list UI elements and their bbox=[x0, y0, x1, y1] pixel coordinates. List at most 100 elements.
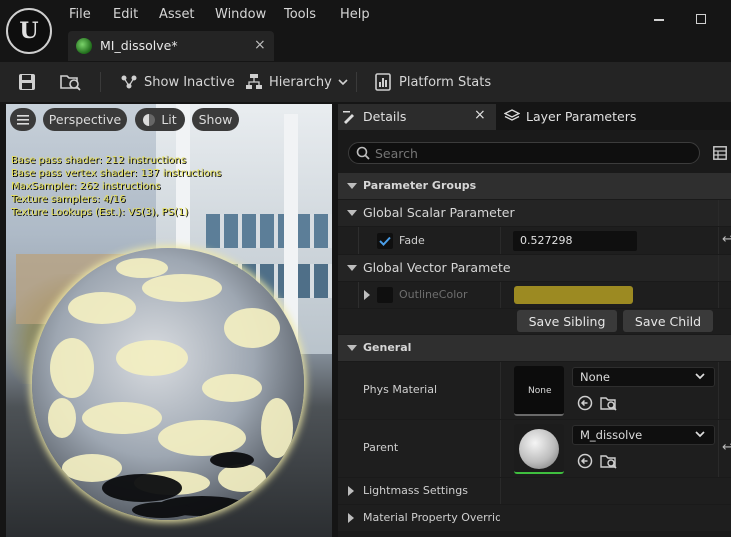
use-selected-icon[interactable] bbox=[577, 453, 593, 469]
lit-icon bbox=[143, 113, 156, 126]
column-splitter[interactable] bbox=[500, 362, 501, 419]
column-splitter[interactable] bbox=[500, 420, 501, 477]
column-splitter[interactable] bbox=[718, 362, 719, 419]
save-sibling-button[interactable]: Save Sibling bbox=[517, 310, 617, 332]
material-overrides-row[interactable]: Material Property Overrides bbox=[338, 505, 731, 531]
global-vector-group[interactable]: Global Vector Paramete bbox=[338, 255, 731, 281]
browse-button[interactable] bbox=[60, 62, 82, 102]
phys-material-dropdown[interactable]: None bbox=[572, 367, 715, 387]
material-instance-icon bbox=[76, 38, 92, 54]
document-tab[interactable]: MI_dissolve* × bbox=[68, 31, 274, 61]
search-icon bbox=[356, 146, 370, 160]
outline-color-label: OutlineColor bbox=[399, 288, 468, 301]
collapse-arrow-icon bbox=[347, 345, 357, 351]
parent-preview-sphere bbox=[519, 429, 559, 469]
outline-color-swatch[interactable] bbox=[514, 286, 633, 304]
chevron-down-icon bbox=[695, 431, 705, 438]
expand-arrow-icon bbox=[348, 486, 354, 496]
hierarchy-label: Hierarchy bbox=[269, 74, 332, 90]
preview-sphere bbox=[32, 248, 304, 520]
column-splitter[interactable] bbox=[718, 255, 719, 281]
menu-window[interactable]: Window bbox=[215, 7, 266, 22]
layers-icon bbox=[504, 109, 520, 121]
browse-asset-icon[interactable] bbox=[600, 395, 618, 411]
document-tab-label: MI_dissolve* bbox=[100, 38, 178, 53]
parameter-groups-category[interactable]: Parameter Groups bbox=[338, 173, 731, 199]
menu-icon bbox=[17, 114, 29, 125]
minimize-icon[interactable] bbox=[654, 19, 664, 21]
column-splitter[interactable] bbox=[718, 227, 719, 254]
shader-stat-line: Texture Lookups (Est.): VS(3), PS(1) bbox=[11, 207, 189, 218]
fade-value-field[interactable]: 0.527298 bbox=[513, 231, 637, 251]
hierarchy-icon bbox=[246, 74, 262, 89]
phys-material-label: Phys Material bbox=[363, 383, 438, 396]
column-splitter[interactable] bbox=[500, 282, 501, 308]
platform-stats-button[interactable]: Platform Stats bbox=[375, 62, 491, 102]
tab-layer-parameters[interactable]: Layer Parameters bbox=[496, 104, 731, 130]
viewport-menu-button[interactable] bbox=[10, 108, 36, 131]
shader-stat-line: Base pass shader: 212 instructions bbox=[11, 155, 187, 166]
expand-arrow-icon[interactable] bbox=[364, 290, 370, 300]
fade-checkbox[interactable] bbox=[377, 233, 393, 249]
column-splitter[interactable] bbox=[500, 227, 501, 254]
use-selected-icon[interactable] bbox=[577, 395, 593, 411]
lit-button[interactable]: Lit bbox=[135, 108, 185, 131]
reset-arrow-icon[interactable]: ↩ bbox=[722, 440, 731, 455]
outline-color-checkbox[interactable] bbox=[377, 287, 393, 303]
tab-layer-parameters-label: Layer Parameters bbox=[526, 109, 637, 124]
chevron-down-icon bbox=[695, 373, 705, 380]
perspective-button[interactable]: Perspective bbox=[43, 108, 127, 131]
platform-stats-label: Platform Stats bbox=[399, 74, 492, 90]
column-splitter[interactable] bbox=[718, 282, 719, 308]
toolbar-separator bbox=[100, 72, 101, 92]
background-pillar bbox=[284, 114, 298, 344]
save-button[interactable] bbox=[18, 62, 36, 102]
menu-file[interactable]: File bbox=[69, 7, 91, 22]
lit-label: Lit bbox=[161, 112, 177, 127]
column-splitter[interactable] bbox=[500, 478, 501, 504]
phys-material-thumbnail[interactable]: None bbox=[514, 366, 564, 416]
general-category[interactable]: General bbox=[338, 335, 731, 361]
save-icon bbox=[19, 74, 35, 90]
material-overrides-label: Material Property Overrides bbox=[363, 511, 515, 524]
menu-tools[interactable]: Tools bbox=[284, 7, 316, 22]
parent-thumbnail[interactable] bbox=[514, 424, 564, 474]
global-scalar-group[interactable]: Global Scalar Parameter bbox=[338, 200, 731, 226]
search-box[interactable] bbox=[348, 142, 700, 164]
lightmass-settings-label: Lightmass Settings bbox=[363, 484, 468, 497]
phys-thumb-label: None bbox=[528, 386, 552, 396]
show-inactive-button[interactable]: Show Inactive bbox=[120, 62, 235, 102]
background-window-band bbox=[206, 214, 332, 248]
platform-stats-icon bbox=[375, 73, 391, 91]
column-splitter[interactable] bbox=[718, 420, 719, 477]
menu-help[interactable]: Help bbox=[340, 7, 370, 22]
maximize-icon[interactable] bbox=[696, 14, 706, 24]
shader-stat-line: Base pass vertex shader: 137 instruction… bbox=[11, 168, 222, 179]
column-splitter[interactable] bbox=[500, 505, 730, 531]
save-child-button[interactable]: Save Child bbox=[623, 310, 713, 332]
chevron-down-icon bbox=[338, 79, 348, 86]
menu-edit[interactable]: Edit bbox=[113, 7, 138, 22]
parent-dropdown[interactable]: M_dissolve bbox=[572, 425, 715, 445]
close-icon[interactable]: × bbox=[254, 37, 266, 53]
unreal-logo-icon[interactable]: U bbox=[6, 8, 52, 54]
show-inactive-label: Show Inactive bbox=[144, 74, 235, 90]
phys-material-value: None bbox=[580, 370, 611, 384]
tab-details[interactable]: Details × bbox=[338, 104, 496, 130]
show-button[interactable]: Show bbox=[192, 108, 239, 131]
table-view-icon[interactable] bbox=[713, 146, 727, 160]
parameter-groups-label: Parameter Groups bbox=[363, 179, 477, 192]
reset-arrow-icon[interactable]: ↩ bbox=[722, 232, 731, 247]
material-preview-viewport[interactable]: Perspective Lit Show Base pass shader: 2… bbox=[6, 104, 332, 537]
details-panel: Details × Layer Parameters Parameter Gro… bbox=[338, 104, 731, 537]
browse-asset-icon[interactable] bbox=[600, 453, 618, 469]
phys-material-row: Phys Material None None bbox=[338, 362, 731, 419]
menu-asset[interactable]: Asset bbox=[159, 7, 195, 22]
hierarchy-button[interactable]: Hierarchy bbox=[245, 62, 348, 102]
close-icon[interactable]: × bbox=[474, 107, 486, 123]
parent-label: Parent bbox=[363, 441, 399, 454]
search-input[interactable] bbox=[375, 145, 685, 161]
column-splitter[interactable] bbox=[718, 200, 719, 226]
lightmass-settings-row[interactable]: Lightmass Settings bbox=[338, 478, 731, 504]
checkmark-icon bbox=[379, 236, 391, 246]
